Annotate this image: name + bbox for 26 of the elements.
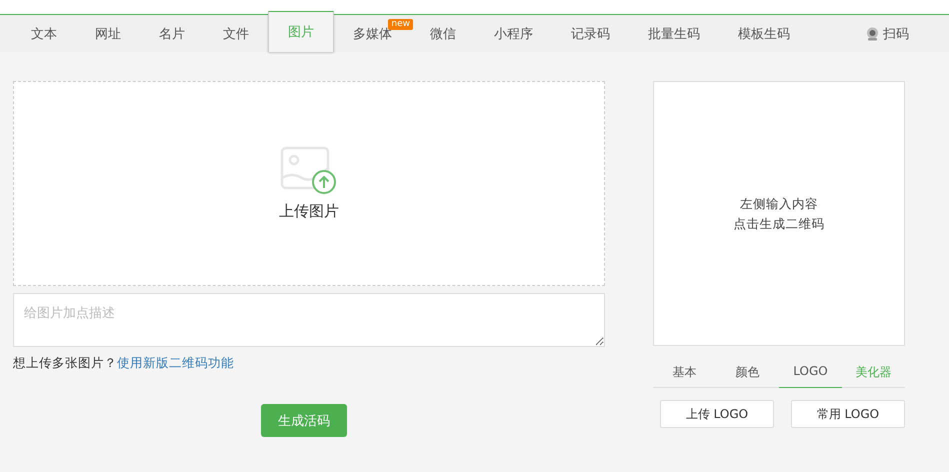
new-version-link[interactable]: 使用新版二维码功能 (117, 355, 234, 370)
nav-tab[interactable]: 文本 (12, 15, 76, 52)
nav-tab[interactable]: 文件 (204, 15, 268, 52)
nav-tab[interactable]: 多媒体 new (334, 15, 411, 52)
webcam-icon (866, 26, 879, 40)
logo-button[interactable]: 常用 LOGO (791, 400, 905, 428)
style-tab[interactable]: 基本 (653, 362, 716, 388)
nav-tab[interactable]: 批量生码 (629, 15, 719, 52)
preview-text: 左侧输入内容 (740, 194, 818, 212)
preview-text: 点击生成二维码 (734, 214, 824, 232)
logo-button[interactable]: 上传 LOGO (660, 400, 774, 428)
hint-text: 想上传多张图片？ (13, 355, 117, 370)
upload-label: 上传图片 (279, 202, 339, 221)
style-tab[interactable]: 颜色 (716, 362, 779, 388)
nav-tab[interactable]: 模板生码 (719, 15, 809, 52)
nav-tab[interactable]: 记录码 (552, 15, 629, 52)
nav-tab[interactable]: 网址 (76, 15, 140, 52)
scan-link[interactable]: 扫码 (866, 15, 909, 52)
image-upload-area[interactable]: 上传图片 (13, 81, 605, 286)
description-field[interactable]: 给图片加点描述 (13, 293, 605, 347)
nav-tab[interactable]: 名片 (140, 15, 204, 52)
nav-tab[interactable]: 微信 (411, 15, 475, 52)
nav-tab[interactable]: 小程序 (475, 15, 552, 52)
new-badge: new (388, 19, 413, 30)
image-upload-icon (280, 146, 338, 196)
style-tab[interactable]: LOGO (779, 362, 842, 388)
